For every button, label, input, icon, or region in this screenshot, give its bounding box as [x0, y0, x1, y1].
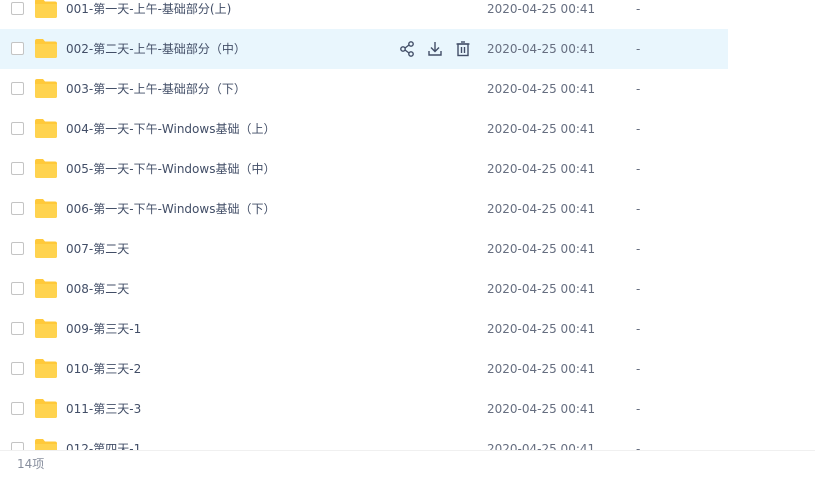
folder-icon — [35, 159, 57, 178]
file-size: - — [636, 442, 641, 450]
folder-icon — [35, 119, 57, 138]
folder-icon — [35, 359, 57, 378]
file-row[interactable]: 003-第一天-上午-基础部分（下） 2020-04-25 00:41 - — [0, 69, 728, 109]
row-actions — [398, 40, 482, 58]
download-icon[interactable] — [426, 40, 444, 58]
file-row[interactable]: 008-第二天 2020-04-25 00:41 - — [0, 269, 728, 309]
row-checkbox[interactable] — [11, 402, 24, 415]
file-name[interactable]: 003-第一天-上午-基础部分（下） — [66, 69, 246, 109]
modified-date: 2020-04-25 00:41 — [487, 42, 596, 56]
row-checkbox[interactable] — [11, 442, 24, 450]
file-row[interactable]: 001-第一天-上午-基础部分(上) 2020-04-25 00:41 - — [0, 0, 728, 29]
file-size: - — [636, 82, 641, 96]
row-checkbox[interactable] — [11, 242, 24, 255]
folder-icon — [35, 39, 57, 58]
row-checkbox[interactable] — [11, 202, 24, 215]
file-size: - — [636, 362, 641, 376]
folder-icon — [35, 399, 57, 418]
share-icon[interactable] — [398, 40, 416, 58]
file-name[interactable]: 005-第一天-下午-Windows基础（中） — [66, 149, 275, 189]
file-row[interactable]: 012-第四天-1 2020-04-25 00:41 - — [0, 429, 728, 450]
file-row[interactable]: 011-第三天-3 2020-04-25 00:41 - — [0, 389, 728, 429]
file-row[interactable]: 009-第三天-1 2020-04-25 00:41 - — [0, 309, 728, 349]
modified-date: 2020-04-25 00:41 — [487, 282, 596, 296]
modified-date: 2020-04-25 00:41 — [487, 402, 596, 416]
modified-date: 2020-04-25 00:41 — [487, 362, 596, 376]
file-size: - — [636, 202, 641, 216]
file-row[interactable]: 006-第一天-下午-Windows基础（下） 2020-04-25 00:41 - — [0, 189, 728, 229]
file-row[interactable]: 010-第三天-2 2020-04-25 00:41 - — [0, 349, 728, 389]
modified-date: 2020-04-25 00:41 — [487, 322, 596, 336]
row-checkbox[interactable] — [11, 282, 24, 295]
row-checkbox[interactable] — [11, 42, 24, 55]
file-size: - — [636, 242, 641, 256]
modified-date: 2020-04-25 00:41 — [487, 82, 596, 96]
folder-icon — [35, 199, 57, 218]
file-row[interactable]: 007-第二天 2020-04-25 00:41 - — [0, 229, 728, 269]
file-size: - — [636, 42, 641, 56]
file-manager: 001-第一天-上午-基础部分(上) 2020-04-25 00:41-002-第… — [0, 0, 815, 477]
folder-icon — [35, 239, 57, 258]
file-size: - — [636, 122, 641, 136]
row-checkbox[interactable] — [11, 322, 24, 335]
file-size: - — [636, 162, 641, 176]
file-list: 001-第一天-上午-基础部分(上) 2020-04-25 00:41-002-第… — [0, 0, 728, 450]
file-name[interactable]: 012-第四天-1 — [66, 429, 141, 450]
file-name[interactable]: 001-第一天-上午-基础部分(上) — [66, 0, 231, 29]
file-row[interactable]: 005-第一天-下午-Windows基础（中） 2020-04-25 00:41 - — [0, 149, 728, 189]
row-checkbox[interactable] — [11, 122, 24, 135]
file-name[interactable]: 002-第二天-上午-基础部分（中） — [66, 29, 246, 69]
folder-icon — [35, 279, 57, 298]
file-name[interactable]: 009-第三天-1 — [66, 309, 141, 349]
file-name[interactable]: 008-第二天 — [66, 269, 129, 309]
file-name[interactable]: 004-第一天-下午-Windows基础（上） — [66, 109, 275, 149]
row-checkbox[interactable] — [11, 2, 24, 15]
folder-icon — [35, 319, 57, 338]
file-row[interactable]: 004-第一天-下午-Windows基础（上） 2020-04-25 00:41 - — [0, 109, 728, 149]
modified-date: 2020-04-25 00:41 — [487, 242, 596, 256]
modified-date: 2020-04-25 00:41 — [487, 442, 596, 450]
file-name[interactable]: 006-第一天-下午-Windows基础（下） — [66, 189, 275, 229]
file-size: - — [636, 282, 641, 296]
modified-date: 2020-04-25 00:41 — [487, 162, 596, 176]
file-size: - — [636, 322, 641, 336]
folder-icon — [35, 439, 57, 450]
folder-icon — [35, 0, 57, 18]
file-name[interactable]: 010-第三天-2 — [66, 349, 141, 389]
file-row[interactable]: 002-第二天-上午-基础部分（中） 2020-04-25 00:41 - — [0, 29, 728, 69]
trash-icon[interactable] — [454, 40, 472, 58]
file-name[interactable]: 007-第二天 — [66, 229, 129, 269]
item-count: 14项 — [17, 457, 45, 471]
status-bar: 14项 — [0, 450, 815, 477]
modified-date: 2020-04-25 00:41 — [487, 202, 596, 216]
folder-icon — [35, 79, 57, 98]
row-checkbox[interactable] — [11, 362, 24, 375]
modified-date: 2020-04-25 00:41 — [487, 122, 596, 136]
file-name[interactable]: 011-第三天-3 — [66, 389, 141, 429]
file-size: - — [636, 2, 641, 16]
row-checkbox[interactable] — [11, 162, 24, 175]
row-checkbox[interactable] — [11, 82, 24, 95]
file-size: - — [636, 402, 641, 416]
modified-date: 2020-04-25 00:41 — [487, 2, 596, 16]
